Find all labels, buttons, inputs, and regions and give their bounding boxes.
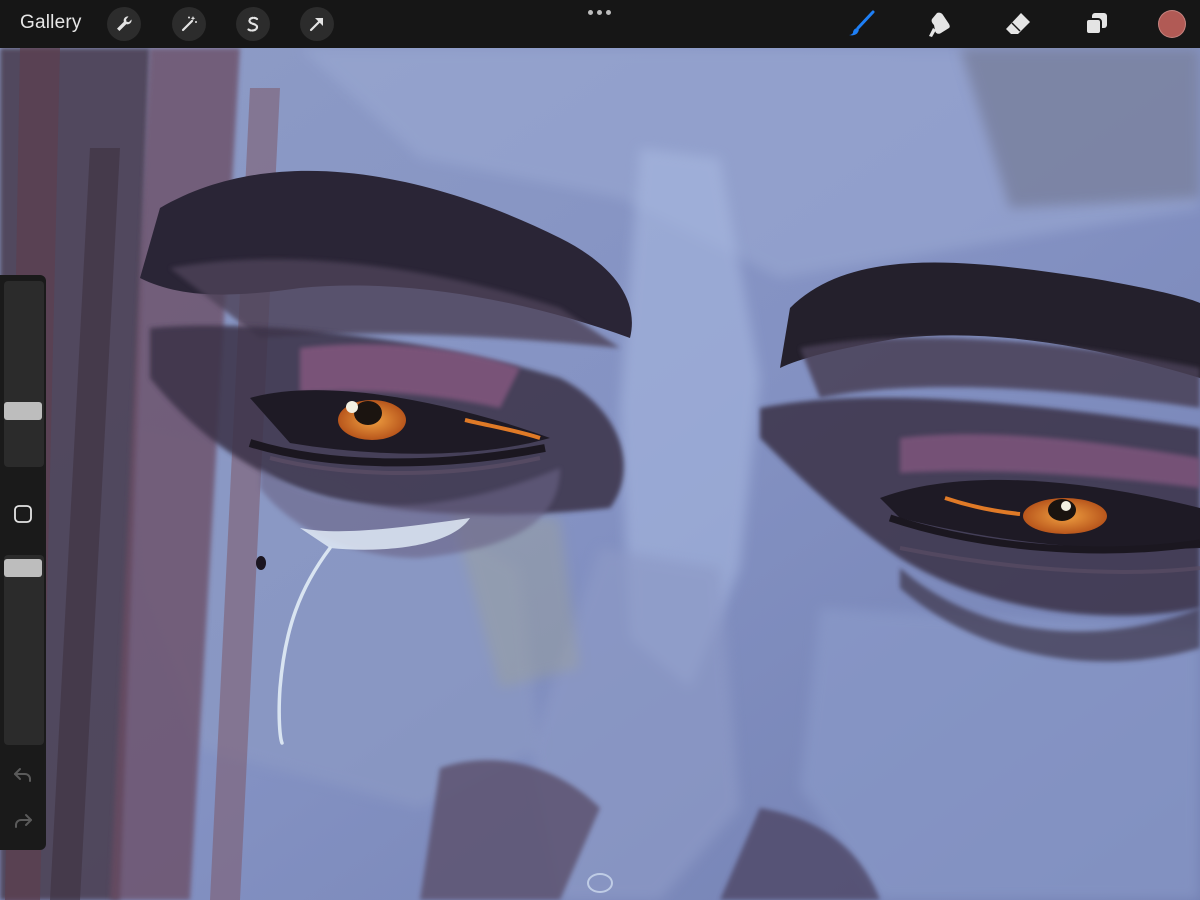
- color-picker-button[interactable]: [1158, 10, 1186, 38]
- actions-button[interactable]: [107, 7, 141, 41]
- brush-size-slider[interactable]: [4, 281, 44, 467]
- opacity-slider[interactable]: [4, 555, 44, 745]
- brush-tool-button[interactable]: [846, 8, 878, 40]
- smudge-tool-button[interactable]: [924, 8, 956, 40]
- layers-button[interactable]: [1080, 8, 1112, 40]
- wrench-icon: [117, 16, 132, 31]
- drawing-canvas[interactable]: [0, 48, 1200, 900]
- brush-icon: [849, 10, 875, 36]
- layers-icon: [1085, 13, 1107, 35]
- transform-arrow-icon: [309, 17, 324, 32]
- redo-icon: [15, 814, 32, 828]
- more-menu-dots[interactable]: [588, 10, 611, 15]
- magic-wand-icon: [181, 16, 197, 32]
- undo-icon: [14, 768, 31, 782]
- painting: [0, 48, 1200, 900]
- redo-button[interactable]: [11, 809, 35, 833]
- selection-button[interactable]: [236, 7, 270, 41]
- modify-button[interactable]: [13, 504, 33, 524]
- top-toolbar: Gallery: [0, 0, 1200, 48]
- dot: [588, 10, 593, 15]
- dot: [606, 10, 611, 15]
- gallery-button[interactable]: Gallery: [20, 12, 82, 34]
- dot: [597, 10, 602, 15]
- smudge-icon: [929, 12, 950, 37]
- left-sidebar: [0, 275, 46, 850]
- adjustments-button[interactable]: [172, 7, 206, 41]
- selection-s-icon: [247, 16, 259, 32]
- eraser-icon: [1006, 13, 1030, 34]
- brush-size-handle[interactable]: [4, 402, 42, 420]
- square-icon: [14, 505, 32, 523]
- undo-button[interactable]: [11, 763, 35, 787]
- eraser-tool-button[interactable]: [1002, 8, 1034, 40]
- opacity-handle[interactable]: [4, 559, 42, 577]
- transform-button[interactable]: [300, 7, 334, 41]
